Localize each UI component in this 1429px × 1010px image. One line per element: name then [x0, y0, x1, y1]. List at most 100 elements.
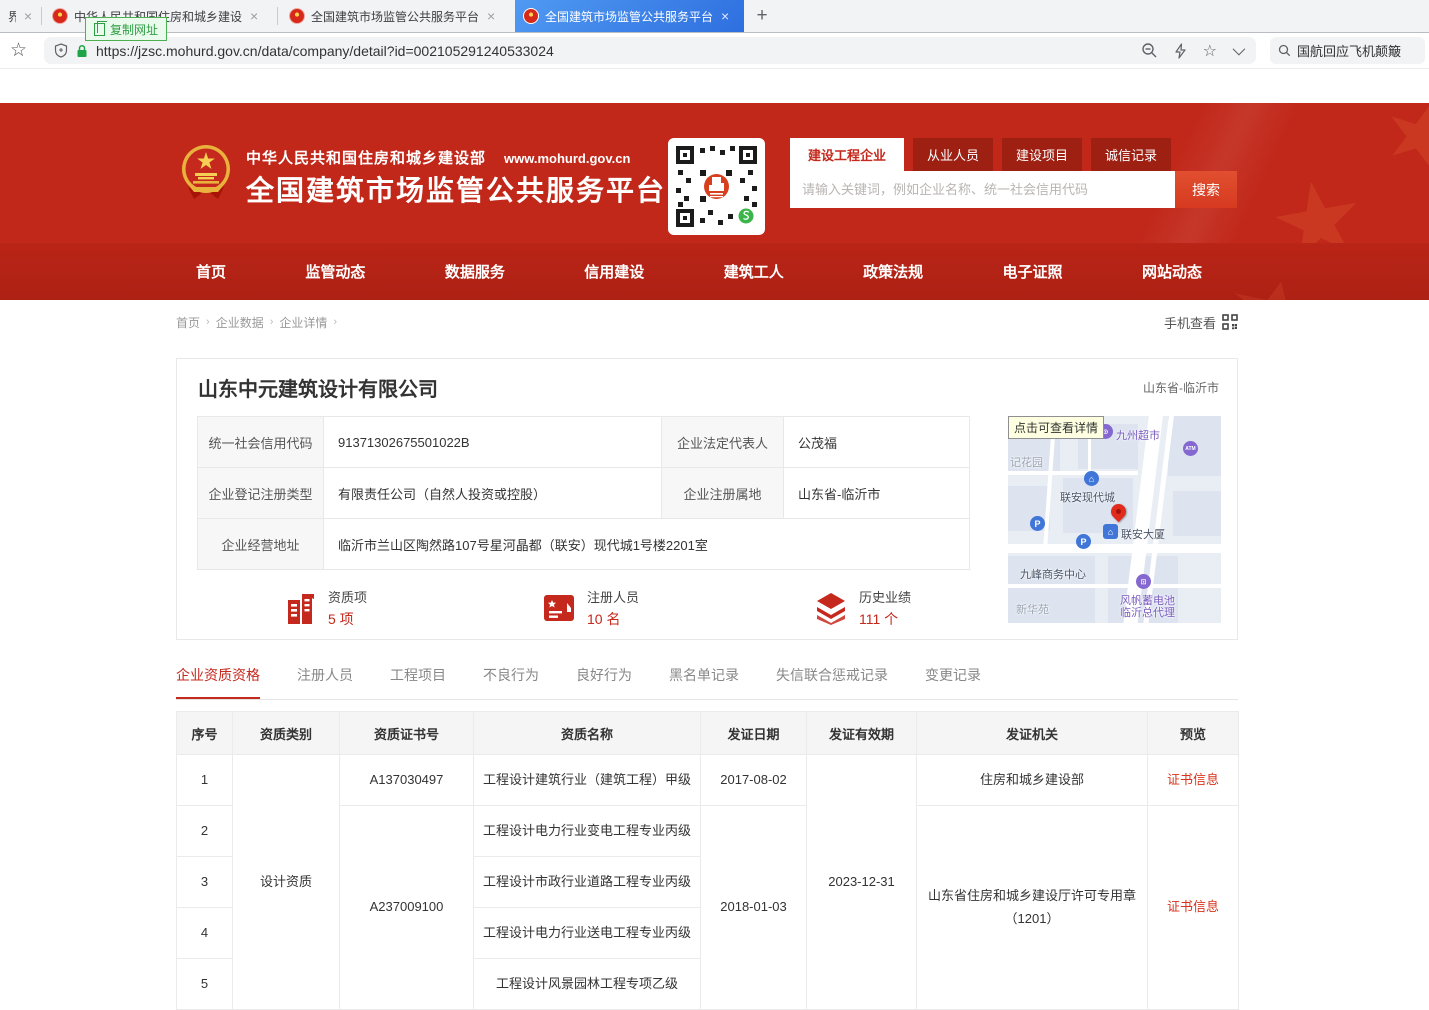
tab-good-behavior[interactable]: 良好行为 [576, 665, 632, 697]
nav-item-workers[interactable]: 建筑工人 [724, 261, 784, 282]
tab-bad-behavior[interactable]: 不良行为 [483, 665, 539, 697]
nav-item-supervision[interactable]: 监管动态 [305, 261, 365, 282]
keyword-search-input[interactable] [790, 171, 1175, 208]
issuing-authority: 山东省住房和城乡建设厅许可专用章（1201） [917, 806, 1148, 1010]
close-icon[interactable]: × [487, 9, 495, 23]
col-category: 资质类别 [233, 712, 340, 755]
search-category-tabs: 建设工程企业 从业人员 建设项目 诚信记录 [790, 138, 1237, 171]
site-favicon-icon [523, 8, 539, 24]
new-tab-button[interactable]: + [750, 5, 774, 29]
row-no: 4 [177, 908, 233, 959]
map-label-xinhua: 新华苑 [1016, 601, 1049, 617]
legal-rep-value: 公茂福 [784, 417, 970, 468]
shield-icon[interactable] [54, 43, 68, 58]
nav-item-policy[interactable]: 政策法规 [863, 261, 923, 282]
certificate-info-link[interactable]: 证书信息 [1167, 772, 1219, 787]
map-label-lianan-city: 联安现代城 [1060, 489, 1115, 505]
chevron-down-icon[interactable] [1233, 43, 1246, 56]
credit-code-label: 统一社会信用代码 [198, 417, 324, 468]
address-bar-actions: ☆ [1141, 37, 1242, 64]
map-pin-lianan-city-icon: ⌂ [1084, 471, 1099, 486]
qualification-name: 工程设计风景园林工程专项乙级 [474, 959, 701, 1010]
copy-icon [94, 23, 105, 36]
browser-toolbar: ☆ https://jzsc.mohurd.gov.cn/data/compan… [0, 33, 1429, 69]
search-tab-credit[interactable]: 诚信记录 [1091, 138, 1171, 171]
stat-qualifications-label: 资质项 [328, 587, 367, 606]
mobile-view-label[interactable]: 手机查看 [1164, 313, 1216, 332]
site-header: 中华人民共和国住房和城乡建设部www.mohurd.gov.cn 全国建筑市场监… [0, 103, 1429, 243]
qualification-name: 工程设计电力行业变电工程专业丙级 [474, 806, 701, 857]
nav-item-site-news[interactable]: 网站动态 [1142, 261, 1202, 282]
tab-dishonesty-records[interactable]: 失信联合惩戒记录 [776, 665, 888, 697]
browser-tab-3-active[interactable]: 全国建筑市场监管公共服务平台 × [515, 0, 744, 32]
browser-tab-bar: 界 × 中华人民共和国住房和城乡建设 × 全国建筑市场监管公共服务平台 × 全国… [0, 0, 1429, 33]
news-search-text: 国航回应飞机颠簸 [1297, 41, 1401, 60]
map-label-garden: 记花园 [1010, 454, 1043, 470]
cert-no: A237009100 [340, 806, 474, 1010]
close-icon[interactable]: × [250, 9, 258, 23]
col-preview: 预览 [1148, 712, 1239, 755]
search-tab-project[interactable]: 建设项目 [1002, 138, 1082, 171]
browser-tab-2[interactable]: 全国建筑市场监管公共服务平台 × [281, 0, 512, 32]
flash-icon[interactable] [1174, 43, 1187, 59]
layers-icon [813, 591, 849, 625]
breadcrumb-company-detail[interactable]: 企业详情 [279, 314, 327, 331]
qualification-name: 工程设计电力行业送电工程专业丙级 [474, 908, 701, 959]
qualification-name: 工程设计市政行业道路工程专业丙级 [474, 857, 701, 908]
lock-icon[interactable] [76, 44, 88, 58]
location-map[interactable]: ⊙ 九州超市 ATM 记花园 ⌂ 联安现代城 ⌂ 联安大厦 P P 九峰商务中心… [1008, 416, 1221, 623]
col-cert-no: 资质证书号 [340, 712, 474, 755]
qr-code-icon[interactable] [1222, 314, 1238, 330]
col-name: 资质名称 [474, 712, 701, 755]
reg-type-label: 企业登记注册类型 [198, 468, 324, 519]
tab-qualifications[interactable]: 企业资质资格 [176, 665, 260, 699]
nav-item-data-service[interactable]: 数据服务 [445, 261, 505, 282]
breadcrumb-company-data[interactable]: 企业数据 [216, 314, 264, 331]
stat-qualifications-value: 5 项 [328, 609, 367, 629]
tab-blacklist[interactable]: 黑名单记录 [669, 665, 739, 697]
stat-history-performance[interactable]: 历史业绩 111 个 [813, 587, 911, 629]
stat-personnel-value: 10 名 [587, 609, 639, 629]
company-region: 山东省-临沂市 [1143, 379, 1219, 396]
tab-projects[interactable]: 工程项目 [390, 665, 446, 697]
stat-performance-label: 历史业绩 [859, 587, 911, 606]
stat-registered-personnel[interactable]: 注册人员 10 名 [541, 587, 639, 629]
stat-performance-value: 111 个 [859, 609, 911, 629]
issue-date: 2017-08-02 [701, 755, 807, 806]
breadcrumb-home[interactable]: 首页 [176, 314, 200, 331]
company-name: 山东中元建筑设计有限公司 [198, 373, 438, 402]
nav-item-home[interactable]: 首页 [196, 261, 226, 282]
close-icon[interactable]: × [721, 9, 729, 23]
stat-qualifications[interactable]: 资质项 5 项 [284, 587, 367, 629]
stat-personnel-label: 注册人员 [587, 587, 639, 606]
tab-title: 全国建筑市场监管公共服务平台 [545, 8, 713, 25]
address-value: 临沂市兰山区陶然路107号星河晶都（联安）现代城1号楼2201室 [324, 519, 970, 570]
bookmark-star-icon[interactable]: ☆ [10, 39, 27, 61]
detail-tabs: 企业资质资格 注册人员 工程项目 不良行为 良好行为 黑名单记录 失信联合惩戒记… [176, 665, 1238, 700]
browser-tab-0[interactable]: 界 × [0, 0, 40, 32]
nav-item-credit[interactable]: 信用建设 [584, 261, 644, 282]
table-row: 1 设计资质 A137030497 工程设计建筑行业（建筑工程）甲级 2017-… [177, 755, 1239, 806]
issuing-authority: 住房和城乡建设部 [917, 755, 1148, 806]
tab-change-records[interactable]: 变更记录 [925, 665, 981, 697]
close-icon[interactable]: × [24, 9, 32, 23]
address-bar[interactable]: https://jzsc.mohurd.gov.cn/data/company/… [44, 37, 1256, 64]
certificate-info-link[interactable]: 证书信息 [1167, 899, 1219, 914]
nav-item-license[interactable]: 电子证照 [1003, 261, 1063, 282]
site-favicon-icon [289, 8, 305, 24]
map-pin-battery-icon: ⊡ [1136, 574, 1151, 589]
search-tab-enterprise[interactable]: 建设工程企业 [790, 138, 904, 171]
zoom-out-icon[interactable] [1141, 42, 1158, 59]
parking-icon: P [1030, 516, 1045, 531]
tab-separator [277, 7, 278, 25]
search-tab-personnel[interactable]: 从业人员 [913, 138, 993, 171]
favorite-star-icon[interactable]: ☆ [1203, 41, 1217, 60]
row-no: 3 [177, 857, 233, 908]
search-button[interactable]: 搜索 [1175, 171, 1237, 208]
parking-icon: P [1076, 534, 1091, 549]
tab-registered-personnel[interactable]: 注册人员 [297, 665, 353, 697]
tab-title: 全国建筑市场监管公共服务平台 [311, 8, 479, 25]
row-no: 1 [177, 755, 233, 806]
map-road [1008, 471, 1138, 475]
news-search-box[interactable]: 国航回应飞机颠簸 [1270, 37, 1425, 64]
